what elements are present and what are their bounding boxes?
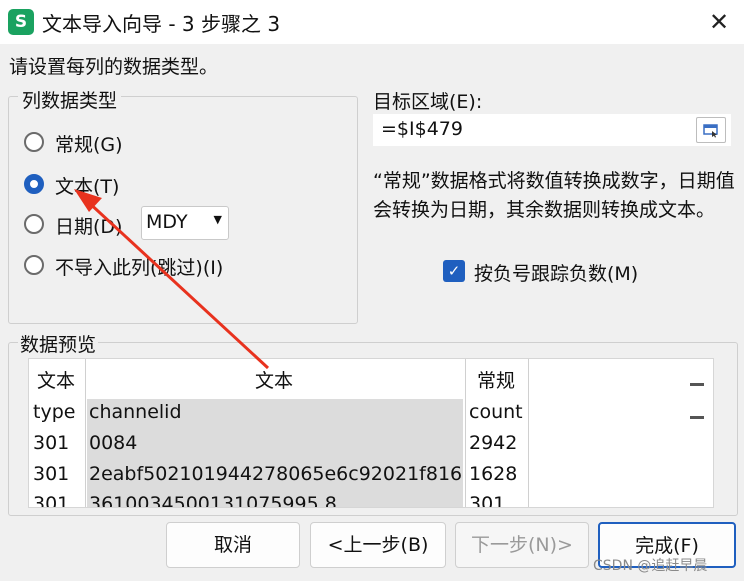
table-cell: 2942: [469, 432, 518, 454]
preview-grid[interactable]: 文本 文本 常规 type channelid count 301 0084 2…: [28, 358, 714, 508]
radio-general[interactable]: [24, 132, 44, 152]
table-cell: 301: [33, 463, 70, 485]
watermark: CSDN @追赶早晨: [593, 558, 708, 574]
range-picker-icon: [703, 124, 718, 138]
instruction-text: 请设置每列的数据类型。: [9, 56, 219, 78]
table-cell: 1628: [469, 463, 518, 485]
close-icon[interactable]: ✕: [702, 5, 736, 39]
radio-skip[interactable]: [24, 255, 44, 275]
table-cell: count: [469, 401, 523, 423]
radio-date-label[interactable]: 日期(D): [55, 212, 122, 239]
radio-date[interactable]: [24, 214, 44, 234]
format-description: “常规”数据格式将数值转换成数字，日期值会转换为日期，其余数据则转换成文本。: [373, 170, 735, 221]
destination-value: =$I$479: [381, 118, 463, 140]
radio-skip-label[interactable]: 不导入此列(跳过)(I): [55, 253, 223, 280]
table-cell: type: [33, 401, 76, 423]
next-button[interactable]: 下一步(N)>: [455, 522, 589, 568]
date-format-value: MDY: [146, 211, 188, 233]
destination-label: 目标区域(E):: [373, 91, 483, 113]
negative-numbers-label[interactable]: 按负号跟踪负数(M): [474, 259, 638, 286]
table-cell: 301: [469, 493, 506, 508]
column-separator: [85, 359, 86, 507]
column-header[interactable]: 文本: [37, 366, 76, 393]
column-header[interactable]: 文本: [255, 366, 294, 393]
window-title: 文本导入向导 - 3 步骤之 3: [42, 12, 281, 36]
radio-text-label[interactable]: 文本(T): [55, 172, 119, 199]
column-separator: [528, 359, 529, 507]
negative-numbers-checkbox[interactable]: ✓: [443, 260, 465, 282]
radio-text[interactable]: [24, 174, 44, 194]
column-separator: [465, 359, 466, 507]
preview-legend: 数据预览: [18, 330, 99, 357]
preview-scrollbar[interactable]: [690, 383, 704, 419]
table-cell: 2eabf502101944278065e6c92021f816: [89, 463, 463, 485]
app-icon: S: [8, 9, 34, 35]
destination-input[interactable]: =$I$479: [373, 114, 731, 146]
back-button[interactable]: <上一步(B): [310, 522, 446, 568]
table-cell: 3610034500131075995 8: [89, 493, 337, 508]
date-format-select[interactable]: MDY ▼: [141, 206, 229, 240]
table-cell: channelid: [89, 401, 182, 423]
table-cell: 301: [33, 432, 70, 454]
table-cell: 0084: [89, 432, 138, 454]
chevron-down-icon: ▼: [213, 213, 222, 226]
radio-general-label[interactable]: 常规(G): [55, 130, 123, 157]
table-cell: 301: [33, 493, 70, 508]
cancel-button[interactable]: 取消: [166, 522, 300, 568]
range-picker-button[interactable]: [696, 117, 726, 143]
column-header[interactable]: 常规: [477, 366, 516, 393]
column-type-legend: 列数据类型: [18, 86, 122, 113]
